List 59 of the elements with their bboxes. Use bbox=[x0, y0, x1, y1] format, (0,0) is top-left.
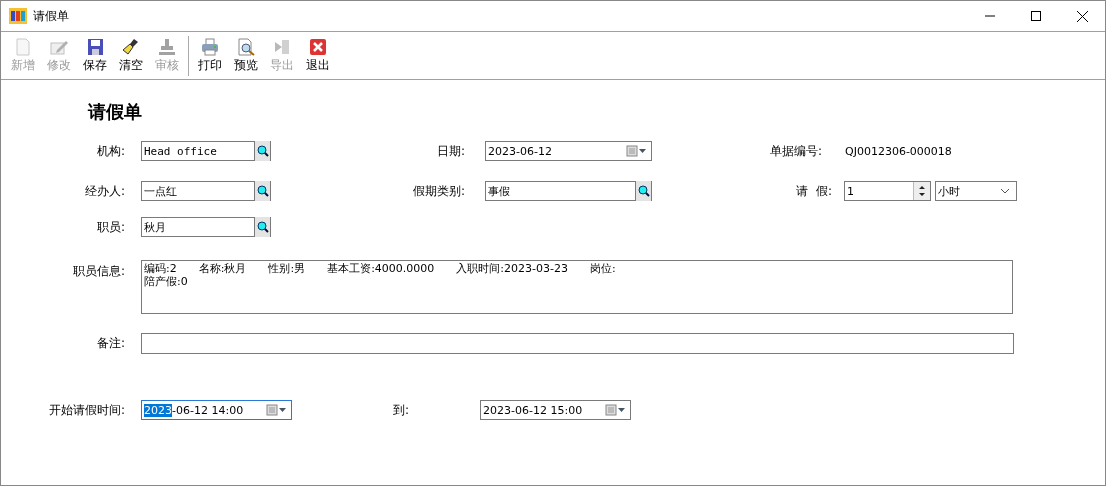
lookup-field[interactable]: 一点红 bbox=[141, 181, 271, 201]
broom-icon bbox=[121, 37, 141, 56]
close-icon bbox=[308, 37, 328, 56]
chevron-down-icon bbox=[998, 187, 1012, 195]
date-time-field[interactable]: 2023-06-12 14:00 bbox=[141, 400, 292, 420]
window-title: 请假单 bbox=[33, 7, 70, 25]
field-label: 备注: bbox=[95, 335, 125, 352]
date-time-field[interactable]: 2023-06-12 bbox=[485, 141, 652, 161]
toolbar-button[interactable]: 退出 bbox=[300, 35, 336, 76]
printer-icon bbox=[200, 37, 220, 56]
field-label: 日期: bbox=[435, 142, 465, 160]
info-text: 性别:男 bbox=[268, 262, 306, 275]
field-label: 单据编号: bbox=[768, 142, 822, 160]
export-icon bbox=[272, 37, 292, 56]
form-heading: 请假单 bbox=[88, 100, 143, 124]
field-label: 请 假: bbox=[795, 182, 832, 200]
lookup-field[interactable]: 事假 bbox=[485, 181, 652, 201]
spinner-buttons[interactable] bbox=[913, 182, 930, 200]
close-icon bbox=[1076, 10, 1088, 22]
calendar-dropdown-icon[interactable] bbox=[266, 404, 288, 416]
stamp-icon bbox=[157, 37, 177, 56]
toolbar-button[interactable]: 保存 bbox=[77, 35, 113, 76]
lookup-field[interactable]: Head office bbox=[141, 141, 271, 161]
info-text: 入职时间:2023-03-23 bbox=[456, 262, 568, 275]
calendar-dropdown-icon[interactable] bbox=[626, 145, 648, 157]
info-text: 编码:2 bbox=[144, 262, 177, 275]
lookup-button[interactable] bbox=[254, 217, 270, 237]
info-text: 名称:秋月 bbox=[198, 262, 247, 275]
toolbar-button[interactable]: 预览 bbox=[228, 35, 264, 76]
app-logo-icon bbox=[9, 8, 27, 24]
search-icon bbox=[256, 145, 269, 157]
search-icon bbox=[637, 185, 650, 197]
field-label: 职员信息: bbox=[71, 263, 125, 280]
info-text: 陪产假:0 bbox=[144, 275, 188, 288]
lookup-button[interactable] bbox=[254, 181, 270, 201]
info-text: 基本工资:4000.0000 bbox=[327, 262, 435, 275]
field-label: 开始请假时间: bbox=[47, 401, 125, 419]
info-text: 岗位: bbox=[590, 262, 616, 275]
field-label: 到: bbox=[393, 401, 411, 419]
date-time-field[interactable]: 2023-06-12 15:00 bbox=[480, 400, 631, 420]
field-label: 经办人: bbox=[83, 182, 125, 200]
toolbar-button[interactable]: 清空 bbox=[113, 35, 149, 76]
toolbar-button[interactable]: 打印 bbox=[192, 35, 228, 76]
maximize-icon bbox=[1031, 11, 1041, 21]
lookup-button[interactable] bbox=[254, 141, 270, 161]
spinner-field[interactable]: 1 bbox=[844, 181, 931, 201]
field-label: 机构: bbox=[95, 142, 125, 160]
remarks-field[interactable] bbox=[141, 333, 1014, 354]
document-number: QJ0012306-000018 bbox=[845, 144, 952, 158]
field-label: 假期类别: bbox=[411, 182, 465, 200]
lookup-button[interactable] bbox=[635, 181, 651, 201]
search-icon bbox=[256, 185, 269, 197]
field-label: 职员: bbox=[95, 218, 125, 236]
document-icon bbox=[13, 37, 33, 56]
search-icon bbox=[256, 221, 269, 233]
lookup-field[interactable]: 秋月 bbox=[141, 217, 271, 237]
calendar-dropdown-icon[interactable] bbox=[605, 404, 627, 416]
unit-dropdown[interactable]: 小时 bbox=[935, 181, 1017, 201]
preview-icon bbox=[236, 37, 256, 56]
